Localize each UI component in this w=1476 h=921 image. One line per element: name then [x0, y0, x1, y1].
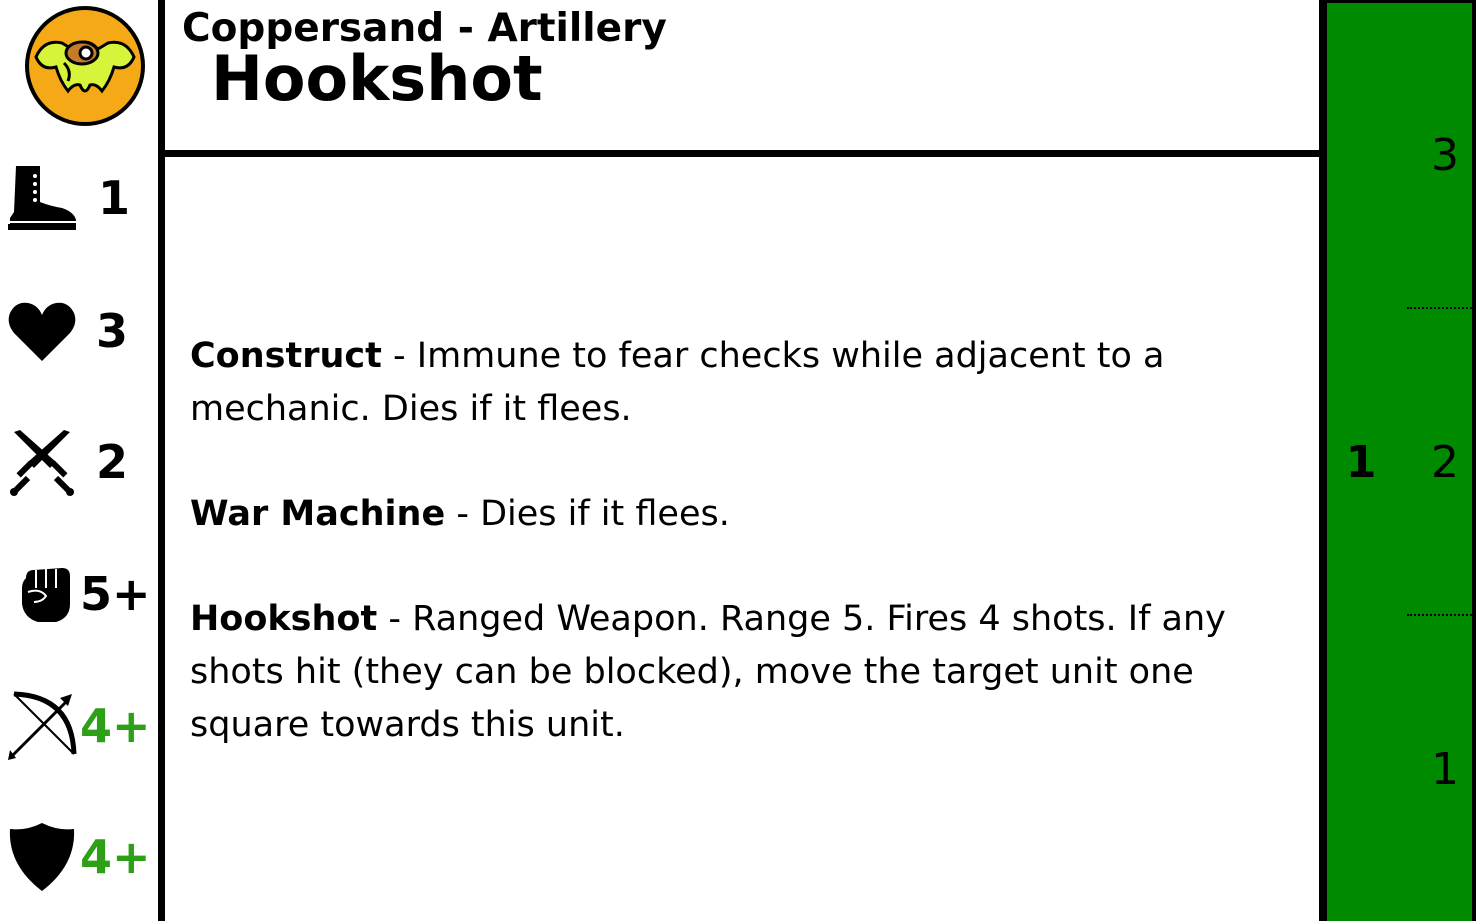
- rules-text: Construct - Immune to fear checks while …: [190, 330, 1300, 804]
- shield-icon: [9, 823, 75, 891]
- column-divider: [158, 0, 165, 921]
- strength-value: 5+: [80, 567, 151, 621]
- stat-column: 1 3 2 5+ 4+ 4+: [0, 0, 158, 921]
- ranged-value: 4+: [80, 699, 151, 753]
- stat-movement: 1: [0, 162, 158, 242]
- health-value: 3: [96, 304, 129, 358]
- unit-card: 1 3 2 5+ 4+ 4+ Coppersand - Artillery Ho…: [0, 0, 1476, 921]
- track-level-3: 3: [1431, 130, 1459, 181]
- rule-name: War Machine: [190, 494, 446, 534]
- heart-icon: [8, 302, 76, 361]
- track-level-2: 2: [1431, 437, 1459, 488]
- track-level-1: 1: [1431, 744, 1459, 795]
- faction-emblem-icon: [25, 6, 145, 126]
- armor-value: 4+: [80, 830, 151, 884]
- stat-melee: 2: [0, 426, 158, 506]
- bow-icon: [8, 691, 77, 760]
- melee-value: 2: [96, 435, 129, 489]
- rule-description: - Dies if it flees.: [445, 494, 730, 534]
- boot-icon: [8, 166, 76, 230]
- track-left-value: 1: [1345, 437, 1377, 488]
- rule-name: Hookshot: [190, 599, 378, 639]
- stat-health: 3: [0, 295, 158, 375]
- fist-icon: [22, 568, 70, 622]
- rule-hookshot: Hookshot - Ranged Weapon. Range 5. Fires…: [190, 593, 1300, 752]
- rule-war-machine: War Machine - Dies if it flees.: [190, 488, 1300, 541]
- header-divider: [165, 150, 1319, 157]
- track-separator: [1407, 307, 1476, 309]
- rule-construct: Construct - Immune to fear checks while …: [190, 330, 1300, 436]
- stat-strength: 5+: [0, 558, 158, 638]
- rule-name: Construct: [190, 336, 382, 376]
- card-header: Coppersand - Artillery Hookshot: [165, 0, 1319, 150]
- track-separator: [1407, 614, 1476, 616]
- stat-ranged: 4+: [0, 690, 158, 770]
- unit-name: Hookshot: [211, 42, 543, 115]
- crossed-swords-icon: [10, 430, 74, 496]
- movement-value: 1: [98, 171, 131, 225]
- stat-armor: 4+: [0, 821, 158, 901]
- wound-track: 1 3 2 1: [1319, 0, 1476, 921]
